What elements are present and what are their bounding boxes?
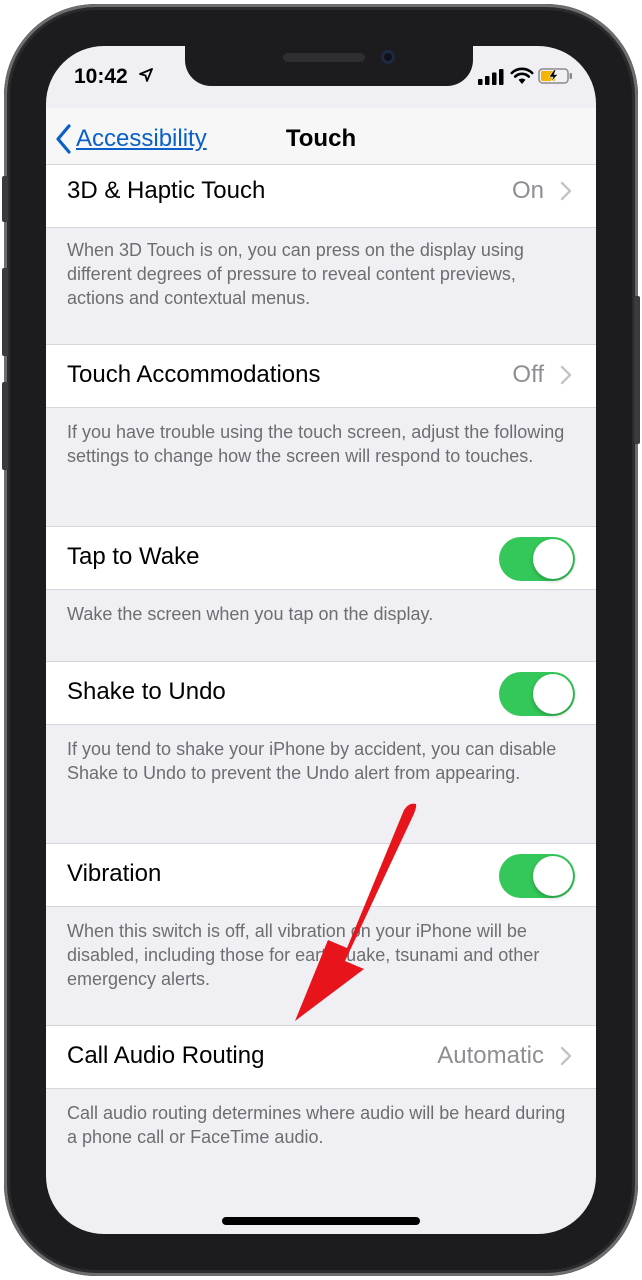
setting-row-vibration: Vibration	[46, 843, 596, 907]
location-arrow-icon	[139, 68, 153, 82]
setting-footer: Call audio routing determines where audi…	[67, 1103, 566, 1147]
setting-row-tap-to-wake: Tap to Wake	[46, 526, 596, 590]
setting-value: On	[511, 177, 544, 204]
side-button-volume-up	[2, 268, 8, 356]
home-indicator	[222, 1217, 420, 1225]
vibration-toggle[interactable]	[499, 854, 575, 898]
toggle-knob	[533, 674, 573, 714]
setting-row-call-audio-routing[interactable]: Call Audio Routing Automatic	[46, 1025, 596, 1089]
setting-value: Off	[512, 361, 544, 388]
setting-footer: If you tend to shake your iPhone by acci…	[67, 739, 557, 783]
setting-label: Shake to Undo	[67, 678, 226, 705]
chevron-right-icon	[560, 181, 572, 201]
setting-label: Touch Accommodations	[67, 361, 321, 388]
cellular-signal-icon	[478, 69, 504, 85]
setting-row-shake-to-undo: Shake to Undo	[46, 661, 596, 725]
side-button-power	[634, 296, 640, 444]
toggle-knob	[533, 856, 573, 896]
side-button-volume-down	[2, 382, 8, 470]
notch	[185, 46, 473, 86]
wifi-icon	[510, 67, 534, 84]
status-time: 10:42	[74, 65, 128, 88]
setting-label: Tap to Wake	[67, 543, 200, 570]
tap-to-wake-toggle[interactable]	[499, 537, 575, 581]
front-camera	[381, 50, 395, 64]
screen: 10:42 Accessibility Touch 3D & Haptic To…	[46, 46, 596, 1234]
navigation-bar: Accessibility Touch	[46, 108, 596, 172]
setting-value: Automatic	[437, 1042, 544, 1069]
chevron-right-icon	[560, 1046, 572, 1066]
setting-footer: When 3D Touch is on, you can press on th…	[67, 240, 524, 308]
page-title: Touch	[285, 125, 357, 152]
setting-footer: When this switch is off, all vibration o…	[67, 921, 540, 989]
chevron-right-icon	[560, 365, 572, 385]
shake-to-undo-toggle[interactable]	[499, 672, 575, 716]
setting-label: Vibration	[67, 860, 162, 887]
toggle-knob	[533, 539, 573, 579]
setting-row-3d-haptic-touch[interactable]: 3D & Haptic Touch On	[46, 164, 596, 228]
setting-row-touch-accommodations[interactable]: Touch Accommodations Off	[46, 344, 596, 408]
setting-footer: Wake the screen when you tap on the disp…	[67, 604, 434, 624]
setting-label: Call Audio Routing	[67, 1042, 265, 1069]
side-button-silent	[2, 176, 8, 222]
battery-charging-icon	[538, 68, 572, 84]
setting-footer: If you have trouble using the touch scre…	[67, 422, 565, 466]
setting-label: 3D & Haptic Touch	[67, 177, 266, 204]
speaker-grille	[283, 53, 365, 62]
